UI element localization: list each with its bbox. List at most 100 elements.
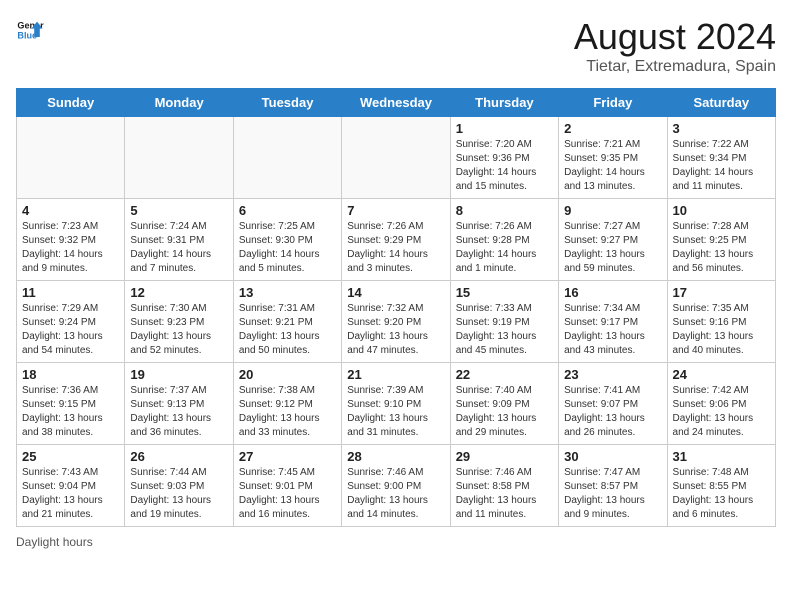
day-info: Sunrise: 7:37 AM Sunset: 9:13 PM Dayligh…: [130, 384, 227, 440]
calendar-header-row: SundayMondayTuesdayWednesdayThursdayFrid…: [17, 89, 776, 117]
day-info: Sunrise: 7:21 AM Sunset: 9:35 PM Dayligh…: [564, 138, 661, 194]
day-number: 30: [564, 449, 661, 464]
daylight-label: Daylight hours: [16, 535, 93, 549]
day-info: Sunrise: 7:45 AM Sunset: 9:01 PM Dayligh…: [239, 466, 336, 522]
day-info: Sunrise: 7:35 AM Sunset: 9:16 PM Dayligh…: [673, 302, 770, 358]
calendar-cell: 31 Sunrise: 7:48 AM Sunset: 8:55 PM Dayli…: [667, 445, 775, 527]
calendar-cell: 6 Sunrise: 7:25 AM Sunset: 9:30 PM Daylig…: [233, 199, 341, 281]
day-info: Sunrise: 7:29 AM Sunset: 9:24 PM Dayligh…: [22, 302, 119, 358]
calendar-day-header: Thursday: [450, 89, 558, 117]
day-info: Sunrise: 7:30 AM Sunset: 9:23 PM Dayligh…: [130, 302, 227, 358]
calendar-cell: 14 Sunrise: 7:32 AM Sunset: 9:20 PM Dayli…: [342, 281, 450, 363]
day-number: 21: [347, 367, 444, 382]
calendar-cell: 9 Sunrise: 7:27 AM Sunset: 9:27 PM Daylig…: [559, 199, 667, 281]
day-number: 28: [347, 449, 444, 464]
day-number: 24: [673, 367, 770, 382]
title-area: August 2024 Tietar, Extremadura, Spain: [574, 16, 776, 76]
day-number: 4: [22, 203, 119, 218]
calendar-day-header: Friday: [559, 89, 667, 117]
day-info: Sunrise: 7:41 AM Sunset: 9:07 PM Dayligh…: [564, 384, 661, 440]
calendar-cell: 10Sunrise: 7:28 AM Sunset: 9:25 PM Dayli…: [667, 199, 775, 281]
day-info: Sunrise: 7:22 AM Sunset: 9:34 PM Dayligh…: [673, 138, 770, 194]
calendar-cell: 23 Sunrise: 7:41 AM Sunset: 9:07 PM Dayli…: [559, 363, 667, 445]
day-info: Sunrise: 7:23 AM Sunset: 9:32 PM Dayligh…: [22, 220, 119, 276]
day-info: Sunrise: 7:26 AM Sunset: 9:28 PM Dayligh…: [456, 220, 553, 276]
calendar-cell: 28Sunrise: 7:46 AM Sunset: 9:00 PM Dayli…: [342, 445, 450, 527]
calendar-cell: 16 Sunrise: 7:34 AM Sunset: 9:17 PM Dayli…: [559, 281, 667, 363]
day-info: Sunrise: 7:32 AM Sunset: 9:20 PM Dayligh…: [347, 302, 444, 358]
day-number: 7: [347, 203, 444, 218]
day-info: Sunrise: 7:40 AM Sunset: 9:09 PM Dayligh…: [456, 384, 553, 440]
day-info: Sunrise: 7:36 AM Sunset: 9:15 PM Dayligh…: [22, 384, 119, 440]
calendar-day-header: Wednesday: [342, 89, 450, 117]
day-number: 14: [347, 285, 444, 300]
day-info: Sunrise: 7:34 AM Sunset: 9:17 PM Dayligh…: [564, 302, 661, 358]
logo-icon: General Blue: [16, 16, 44, 44]
day-info: Sunrise: 7:38 AM Sunset: 9:12 PM Dayligh…: [239, 384, 336, 440]
calendar-cell: 25Sunrise: 7:43 AM Sunset: 9:04 PM Dayli…: [17, 445, 125, 527]
day-number: 5: [130, 203, 227, 218]
calendar-cell: 19 Sunrise: 7:37 AM Sunset: 9:13 PM Dayli…: [125, 363, 233, 445]
calendar-cell: 30 Sunrise: 7:47 AM Sunset: 8:57 PM Dayli…: [559, 445, 667, 527]
day-info: Sunrise: 7:24 AM Sunset: 9:31 PM Dayligh…: [130, 220, 227, 276]
calendar-week-row: 1 Sunrise: 7:20 AM Sunset: 9:36 PM Daylig…: [17, 117, 776, 199]
day-number: 13: [239, 285, 336, 300]
day-info: Sunrise: 7:44 AM Sunset: 9:03 PM Dayligh…: [130, 466, 227, 522]
day-info: Sunrise: 7:39 AM Sunset: 9:10 PM Dayligh…: [347, 384, 444, 440]
day-number: 18: [22, 367, 119, 382]
calendar-week-row: 4 Sunrise: 7:23 AM Sunset: 9:32 PM Daylig…: [17, 199, 776, 281]
day-info: Sunrise: 7:27 AM Sunset: 9:27 PM Dayligh…: [564, 220, 661, 276]
day-number: 11: [22, 285, 119, 300]
day-info: Sunrise: 7:20 AM Sunset: 9:36 PM Dayligh…: [456, 138, 553, 194]
day-number: 8: [456, 203, 553, 218]
day-number: 19: [130, 367, 227, 382]
header: General Blue August 2024 Tietar, Extrema…: [16, 16, 776, 76]
calendar-day-header: Tuesday: [233, 89, 341, 117]
day-number: 1: [456, 121, 553, 136]
day-info: Sunrise: 7:47 AM Sunset: 8:57 PM Dayligh…: [564, 466, 661, 522]
day-number: 9: [564, 203, 661, 218]
day-number: 12: [130, 285, 227, 300]
logo: General Blue: [16, 16, 44, 44]
day-number: 26: [130, 449, 227, 464]
calendar-day-header: Sunday: [17, 89, 125, 117]
calendar-cell: 7Sunrise: 7:26 AM Sunset: 9:29 PM Daylig…: [342, 199, 450, 281]
calendar-cell: [342, 117, 450, 199]
day-number: 16: [564, 285, 661, 300]
calendar-cell: 13Sunrise: 7:31 AM Sunset: 9:21 PM Dayli…: [233, 281, 341, 363]
day-number: 6: [239, 203, 336, 218]
calendar-day-header: Monday: [125, 89, 233, 117]
calendar-cell: 5 Sunrise: 7:24 AM Sunset: 9:31 PM Daylig…: [125, 199, 233, 281]
calendar-cell: 20Sunrise: 7:38 AM Sunset: 9:12 PM Dayli…: [233, 363, 341, 445]
calendar-cell: [17, 117, 125, 199]
day-info: Sunrise: 7:48 AM Sunset: 8:55 PM Dayligh…: [673, 466, 770, 522]
footer-note: Daylight hours: [16, 535, 776, 549]
calendar-week-row: 18 Sunrise: 7:36 AM Sunset: 9:15 PM Dayli…: [17, 363, 776, 445]
calendar-cell: 11 Sunrise: 7:29 AM Sunset: 9:24 PM Dayli…: [17, 281, 125, 363]
calendar-day-header: Saturday: [667, 89, 775, 117]
calendar-cell: 1 Sunrise: 7:20 AM Sunset: 9:36 PM Daylig…: [450, 117, 558, 199]
day-number: 3: [673, 121, 770, 136]
day-number: 22: [456, 367, 553, 382]
calendar-cell: [233, 117, 341, 199]
day-info: Sunrise: 7:33 AM Sunset: 9:19 PM Dayligh…: [456, 302, 553, 358]
calendar-week-row: 25Sunrise: 7:43 AM Sunset: 9:04 PM Dayli…: [17, 445, 776, 527]
day-number: 10: [673, 203, 770, 218]
svg-text:Blue: Blue: [17, 30, 37, 40]
calendar-cell: 8 Sunrise: 7:26 AM Sunset: 9:28 PM Daylig…: [450, 199, 558, 281]
day-info: Sunrise: 7:46 AM Sunset: 8:58 PM Dayligh…: [456, 466, 553, 522]
day-number: 31: [673, 449, 770, 464]
calendar-cell: 24Sunrise: 7:42 AM Sunset: 9:06 PM Dayli…: [667, 363, 775, 445]
day-number: 23: [564, 367, 661, 382]
calendar-week-row: 11 Sunrise: 7:29 AM Sunset: 9:24 PM Dayli…: [17, 281, 776, 363]
calendar-cell: 27Sunrise: 7:45 AM Sunset: 9:01 PM Dayli…: [233, 445, 341, 527]
calendar-cell: 26 Sunrise: 7:44 AM Sunset: 9:03 PM Dayli…: [125, 445, 233, 527]
calendar-cell: 4 Sunrise: 7:23 AM Sunset: 9:32 PM Daylig…: [17, 199, 125, 281]
calendar-cell: [125, 117, 233, 199]
calendar-cell: 21 Sunrise: 7:39 AM Sunset: 9:10 PM Dayli…: [342, 363, 450, 445]
day-number: 29: [456, 449, 553, 464]
calendar-cell: 22 Sunrise: 7:40 AM Sunset: 9:09 PM Dayli…: [450, 363, 558, 445]
day-info: Sunrise: 7:25 AM Sunset: 9:30 PM Dayligh…: [239, 220, 336, 276]
day-info: Sunrise: 7:43 AM Sunset: 9:04 PM Dayligh…: [22, 466, 119, 522]
day-number: 2: [564, 121, 661, 136]
